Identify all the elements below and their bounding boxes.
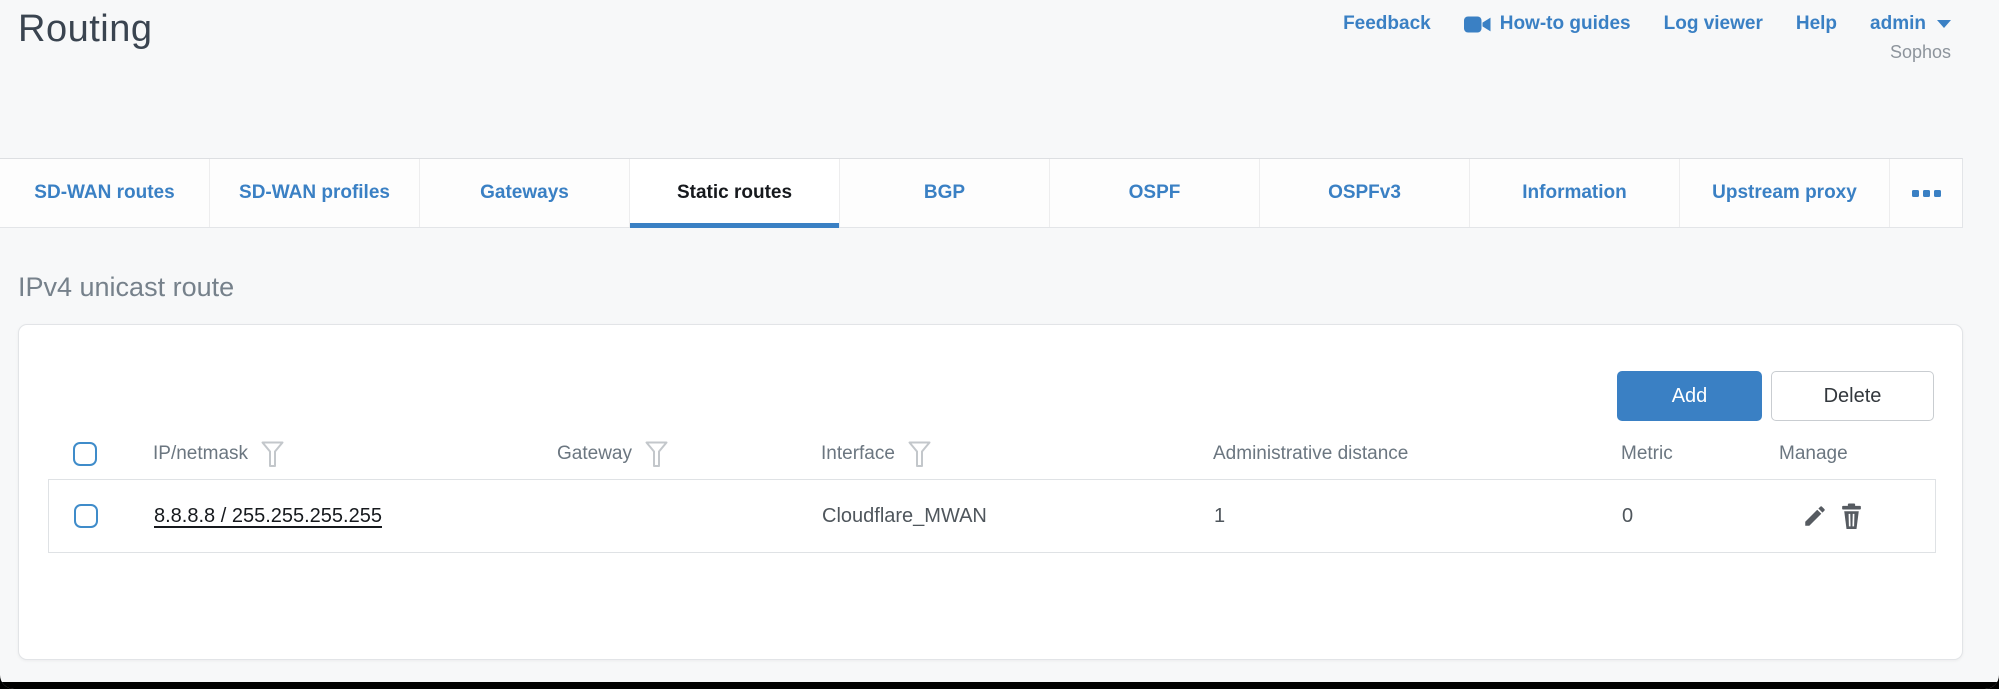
table-actions: Add Delete <box>19 325 1962 421</box>
trash-icon <box>1839 503 1864 530</box>
section-heading: IPv4 unicast route <box>18 272 1999 303</box>
tab-bgp[interactable]: BGP <box>840 159 1050 227</box>
interface-cell: Cloudflare_MWAN <box>822 505 1214 528</box>
filter-icon[interactable] <box>908 441 931 468</box>
video-camera-icon <box>1464 14 1491 35</box>
pencil-icon <box>1802 503 1828 529</box>
tab-static-routes[interactable]: Static routes <box>630 159 840 227</box>
delete-row-button[interactable] <box>1839 503 1864 530</box>
filter-icon[interactable] <box>645 441 668 468</box>
column-header-interface: Interface <box>821 441 1213 468</box>
tab-sdwan-profiles[interactable]: SD-WAN profiles <box>210 159 420 227</box>
window-bottom-edge <box>0 682 1999 689</box>
help-link[interactable]: Help <box>1796 13 1837 35</box>
add-button[interactable]: Add <box>1617 371 1762 421</box>
tab-upstream-proxy[interactable]: Upstream proxy <box>1680 159 1890 227</box>
select-all-checkbox[interactable] <box>73 442 97 466</box>
utility-nav: Feedback How-to guides Log viewer Help a… <box>1343 13 1951 63</box>
tab-sdwan-routes[interactable]: SD-WAN routes <box>0 159 210 227</box>
ip-netmask-link[interactable]: 8.8.8.8 / 255.255.255.255 <box>154 505 382 527</box>
column-header-metric: Metric <box>1621 443 1779 465</box>
tab-ospf[interactable]: OSPF <box>1050 159 1260 227</box>
column-header-manage: Manage <box>1779 443 1936 465</box>
delete-button[interactable]: Delete <box>1771 371 1934 421</box>
column-header-gateway: Gateway <box>557 441 821 468</box>
tabs-overflow-button[interactable] <box>1890 159 1963 227</box>
tab-gateways[interactable]: Gateways <box>420 159 630 227</box>
edit-button[interactable] <box>1802 503 1828 529</box>
static-routes-card: Add Delete IP/netmask Gateway Interface <box>18 324 1963 660</box>
row-checkbox[interactable] <box>74 504 98 528</box>
manage-cell <box>1780 503 1935 530</box>
ellipsis-icon <box>1912 190 1941 197</box>
tab-ospfv3[interactable]: OSPFv3 <box>1260 159 1470 227</box>
metric-cell: 0 <box>1622 505 1780 528</box>
top-bar: Routing Feedback How-to guides Log viewe… <box>0 0 1999 158</box>
table-row: 8.8.8.8 / 255.255.255.255 Cloudflare_MWA… <box>48 479 1936 553</box>
chevron-down-icon <box>1937 20 1951 28</box>
howto-guides-link[interactable]: How-to guides <box>1464 13 1631 35</box>
table-header-row: IP/netmask Gateway Interface Administrat… <box>48 429 1936 479</box>
tab-information[interactable]: Information <box>1470 159 1680 227</box>
brand-label: Sophos <box>1343 42 1951 63</box>
user-menu[interactable]: admin <box>1870 13 1951 35</box>
ip-netmask-cell: 8.8.8.8 / 255.255.255.255 <box>154 505 558 528</box>
main-content: IPv4 unicast route Add Delete IP/netmask… <box>0 272 1999 660</box>
feedback-link[interactable]: Feedback <box>1343 13 1431 35</box>
log-viewer-link[interactable]: Log viewer <box>1664 13 1763 35</box>
administrative-distance-cell: 1 <box>1214 505 1622 528</box>
app-window: Routing Feedback How-to guides Log viewe… <box>0 0 1999 689</box>
routing-tab-bar: SD-WAN routes SD-WAN profiles Gateways S… <box>0 158 1963 228</box>
filter-icon[interactable] <box>261 441 284 468</box>
column-header-administrative-distance: Administrative distance <box>1213 443 1621 465</box>
column-header-ip-netmask: IP/netmask <box>153 441 557 468</box>
